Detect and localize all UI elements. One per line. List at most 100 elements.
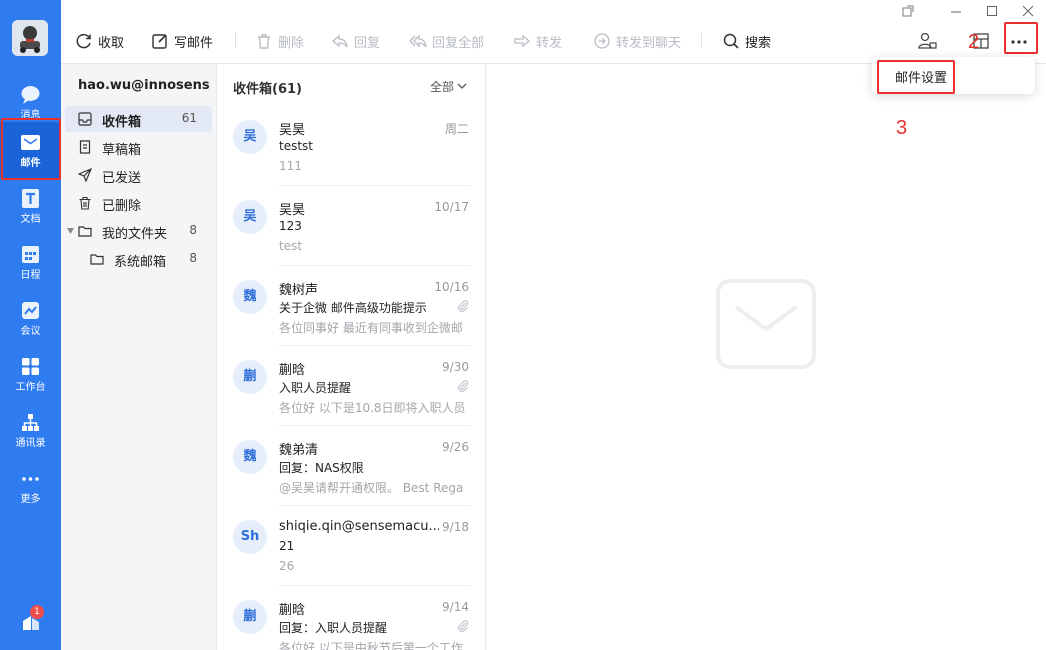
message-row[interactable]: 魏魏弟清 9/26 回复：NAS权限 @吴昊请帮开通权限。 Best Rega (217, 426, 485, 506)
paper-plane-icon (78, 168, 92, 182)
folder-label: 我的文件夹 (102, 227, 168, 242)
minimize-icon[interactable] (948, 3, 964, 19)
reply-button[interactable]: 回复 (331, 30, 380, 52)
account-email[interactable]: hao.wu@innosens... (78, 78, 210, 93)
reply-all-button[interactable]: 回复全部 (409, 30, 484, 52)
grid-apps-icon (22, 358, 39, 375)
sender-avatar: 蒯 (233, 600, 267, 634)
close-icon[interactable] (1020, 3, 1036, 19)
document-icon (22, 189, 39, 208)
folder-deleted[interactable]: 已删除 (65, 190, 212, 216)
message-row[interactable]: 吴吴昊 周二 testst 111 (217, 106, 485, 186)
receive-button[interactable]: 收取 (75, 30, 124, 52)
folder-icon (90, 254, 104, 265)
notification-badge: 1 (30, 605, 44, 619)
contact-card-icon[interactable] (917, 31, 937, 51)
pin-window-icon[interactable] (900, 3, 916, 19)
folder-my-folders[interactable]: 我的文件夹 8 (65, 218, 212, 244)
message-preview: 各位同事好 最近有同事收到企微邮 (279, 321, 463, 335)
forward-button[interactable]: 转发 (513, 30, 562, 52)
sender-avatar: 吴 (233, 200, 267, 234)
compose-icon (152, 34, 167, 49)
more-options-icon[interactable] (1008, 31, 1030, 51)
folder-inbox[interactable]: 收件箱 61 (65, 106, 212, 132)
trash-icon (258, 34, 270, 49)
mail-app-window: 消息 邮件 文档 日程 会议 工作台 通讯录 更多 1 收取 写邮件 删除 回复… (0, 0, 1046, 650)
message-subject: 关于企微 邮件高级功能提示 (279, 301, 427, 315)
delete-label: 删除 (278, 35, 305, 51)
message-subject: 回复：NAS权限 (279, 461, 364, 475)
attachment-icon (458, 620, 469, 632)
maximize-icon[interactable] (984, 3, 1000, 19)
message-date: 10/17 (434, 200, 469, 214)
message-preview: 各位好 以下是中秋节后第一个工作 (279, 641, 463, 650)
mail-settings-menu-item[interactable]: 邮件设置 (895, 67, 947, 86)
folder-count: 8 (189, 251, 197, 265)
reading-pane (487, 64, 1046, 650)
inbox-icon (78, 112, 92, 126)
folder-drafts[interactable]: 草稿箱 (65, 134, 212, 160)
rail-item-meeting[interactable]: 会议 (0, 290, 61, 346)
message-sender: 吴昊 (279, 123, 306, 138)
search-button[interactable]: 搜索 (722, 30, 771, 52)
message-sender: 吴昊 (279, 203, 306, 218)
folder-sent[interactable]: 已发送 (65, 162, 212, 188)
delete-button[interactable]: 删除 (255, 30, 304, 52)
caret-down-icon[interactable] (67, 228, 74, 234)
message-row[interactable]: 吴吴昊 10/17 123 test (217, 186, 485, 266)
trash-icon (79, 196, 91, 210)
rail-item-label: 更多 (20, 494, 41, 505)
message-preview: 111 (279, 159, 302, 173)
rail-item-workbench[interactable]: 工作台 (0, 346, 61, 402)
user-avatar[interactable] (12, 20, 48, 56)
message-sender: 蒯晗 (279, 603, 306, 618)
rail-item-calendar[interactable]: 日程 (0, 234, 61, 290)
rail-item-label: 日程 (20, 270, 41, 281)
search-label: 搜索 (745, 35, 772, 51)
folder-pane: hao.wu@innosens... 收件箱 61 草稿箱 已发送 已删除 我的… (61, 64, 217, 650)
rail-item-more[interactable]: 更多 (0, 458, 61, 514)
left-navigation-rail: 消息 邮件 文档 日程 会议 工作台 通讯录 更多 1 (0, 0, 61, 650)
rail-item-label: 文档 (20, 214, 41, 225)
message-sender: shiqie.qin@sensemacu.... (279, 519, 439, 534)
rail-item-docs[interactable]: 文档 (0, 178, 61, 234)
folder-system-mailbox[interactable]: 系统邮箱 8 (65, 246, 212, 272)
sender-avatar: 吴 (233, 120, 267, 154)
rail-item-contacts[interactable]: 通讯录 (0, 402, 61, 458)
more-options-menu: 邮件设置 (872, 57, 1035, 94)
chevron-down-icon (457, 83, 467, 89)
message-sender: 蒯晗 (279, 363, 306, 378)
forward-to-chat-button[interactable]: 转发到聊天 (593, 30, 681, 52)
message-sender: 魏弟清 (279, 443, 319, 458)
message-row[interactable]: 蒯蒯晗 9/14 回复：入职人员提醒各位好 以下是中秋节后第一个工作 (217, 586, 485, 650)
annotation-step-2: 2 (968, 31, 980, 53)
more-dots-icon (22, 477, 39, 481)
rail-item-mail[interactable]: 邮件 (0, 122, 61, 178)
folder-count: 61 (181, 111, 197, 125)
search-icon (723, 33, 739, 49)
message-row[interactable]: 魏魏树声 10/16 关于企微 邮件高级功能提示 各位同事好 最近有同事收到企微邮 (217, 266, 485, 346)
message-subject: 回复：入职人员提醒 (279, 621, 388, 635)
message-row[interactable]: Sh shiqie.qin@sensemacu.... 9/18 21 26 (217, 506, 485, 586)
message-row[interactable]: 蒯蒯晗 9/30 入职人员提醒 各位好 以下是10.8日即将入职人员 (217, 346, 485, 426)
list-filter-dropdown[interactable]: 全部 (430, 78, 467, 95)
sender-avatar: Sh (233, 520, 267, 554)
forward-chat-icon (594, 33, 610, 49)
compose-label: 写邮件 (174, 35, 214, 51)
message-subject: testst (279, 139, 314, 153)
attachment-icon (458, 300, 469, 312)
reply-label: 回复 (354, 35, 381, 51)
message-date: 10/16 (434, 280, 469, 294)
message-subject: 123 (279, 219, 302, 233)
toolbar-divider (235, 32, 236, 48)
envelope-icon (21, 135, 40, 150)
message-list: 收件箱(61) 全部 吴吴昊 周二 testst 111 吴吴昊 10/17 123 test… (217, 64, 486, 650)
calendar-icon (22, 246, 39, 263)
refresh-icon (76, 33, 91, 49)
compose-button[interactable]: 写邮件 (151, 30, 213, 52)
receive-label: 收取 (98, 35, 125, 51)
attachment-icon (458, 380, 469, 392)
folder-label: 草稿箱 (102, 143, 142, 158)
message-subject: 21 (279, 539, 295, 553)
message-date: 9/14 (442, 600, 469, 614)
